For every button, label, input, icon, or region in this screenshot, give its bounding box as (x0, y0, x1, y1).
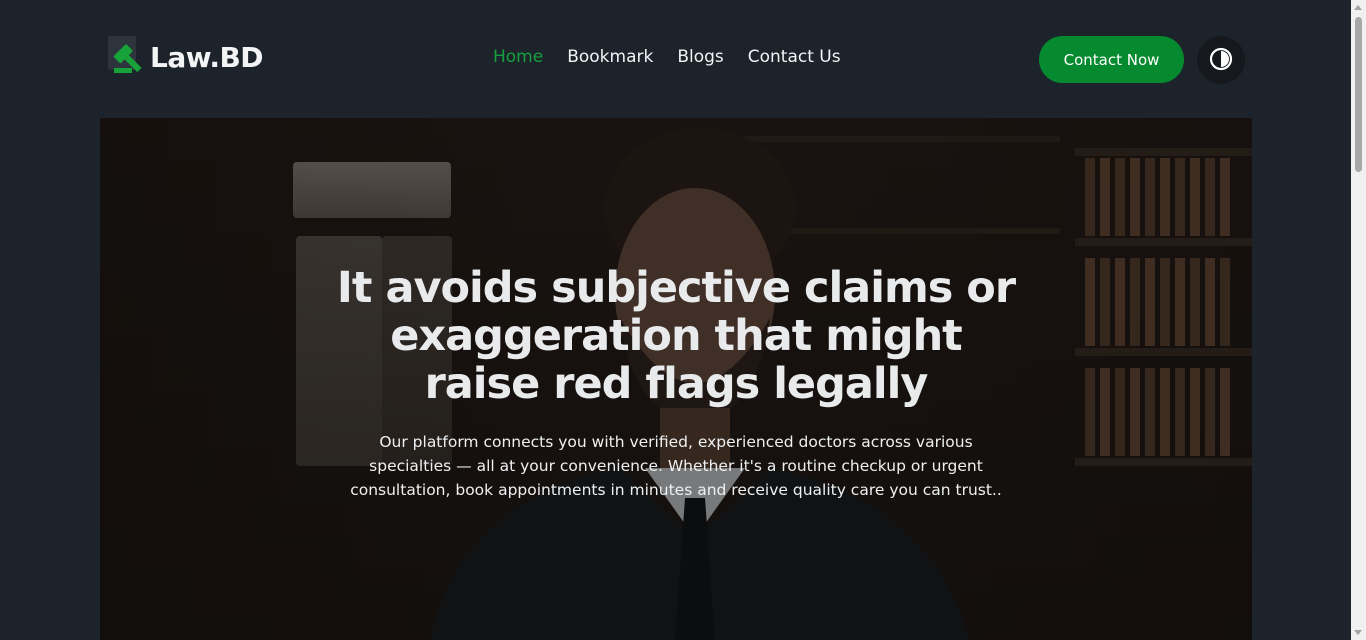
nav-item-blogs: Blogs (677, 47, 723, 67)
nav-item-contact-us: Contact Us (748, 47, 841, 67)
nav-item-home: Home (493, 47, 543, 67)
hero-content: It avoids subjective claims or exaggerat… (100, 118, 1252, 640)
navbar: Law.BD Home Bookmark Blogs Contact Us Co… (100, 30, 1252, 90)
nav-link-bookmark[interactable]: Bookmark (567, 47, 653, 67)
page-scrollbar[interactable] (1351, 0, 1366, 640)
hero-title: It avoids subjective claims or exaggerat… (336, 263, 1016, 409)
gavel-icon (108, 36, 150, 78)
brand-logo[interactable]: Law.BD (108, 36, 264, 78)
main-nav: Home Bookmark Blogs Contact Us (493, 47, 841, 67)
scrollbar-thumb[interactable] (1355, 17, 1362, 172)
theme-toggle-button[interactable] (1197, 36, 1245, 84)
nav-link-blogs[interactable]: Blogs (677, 47, 723, 67)
scroll-down-icon[interactable] (1354, 630, 1362, 635)
nav-link-contact-us[interactable]: Contact Us (748, 47, 841, 67)
page: Law.BD Home Bookmark Blogs Contact Us Co… (0, 0, 1366, 640)
contact-now-button[interactable]: Contact Now (1039, 36, 1184, 83)
hero-description: Our platform connects you with verified,… (350, 433, 1002, 499)
nav-link-home[interactable]: Home (493, 47, 543, 67)
scroll-up-icon[interactable] (1354, 5, 1362, 10)
brand-name: Law.BD (150, 40, 264, 74)
contrast-toggle-icon (1209, 47, 1233, 74)
hero-banner: It avoids subjective claims or exaggerat… (100, 118, 1252, 640)
nav-item-bookmark: Bookmark (567, 47, 653, 67)
